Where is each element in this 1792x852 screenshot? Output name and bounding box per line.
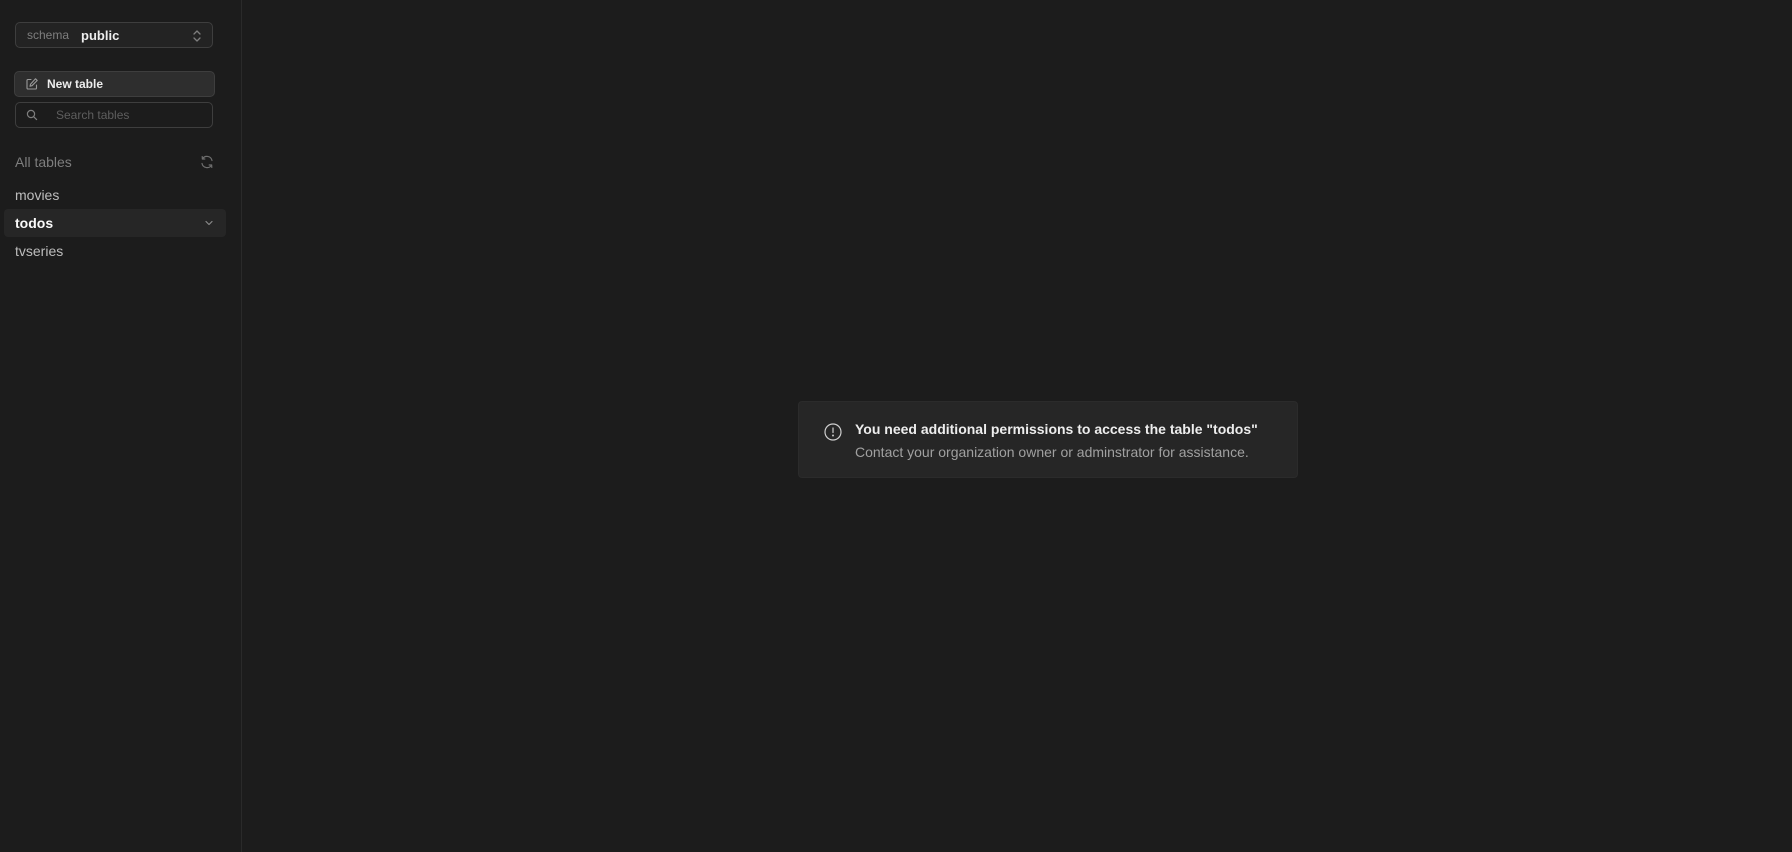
tables-header: All tables	[15, 151, 215, 173]
table-item-label: tvseries	[15, 243, 64, 259]
main-content: You need additional permissions to acces…	[242, 0, 1792, 852]
notice-title: You need additional permissions to acces…	[855, 421, 1258, 437]
search-icon	[26, 109, 38, 121]
edit-icon	[25, 77, 39, 91]
table-item-label: todos	[15, 215, 54, 231]
chevron-up-down-icon	[192, 28, 202, 44]
info-icon	[823, 422, 843, 442]
sidebar: schema public New table Search tables Al…	[0, 0, 242, 852]
table-item-todos[interactable]: todos	[4, 209, 226, 237]
tables-header-title: All tables	[15, 154, 72, 170]
table-list: movies todos tvseries	[4, 181, 226, 265]
permission-notice: You need additional permissions to acces…	[798, 401, 1298, 478]
new-table-button[interactable]: New table	[14, 71, 215, 97]
schema-selector[interactable]: schema public	[15, 22, 213, 48]
schema-label: schema	[27, 28, 70, 42]
table-item-movies[interactable]: movies	[4, 181, 226, 209]
schema-value: public	[81, 27, 120, 43]
new-table-label: New table	[47, 77, 104, 91]
notice-body: Contact your organization owner or admin…	[855, 444, 1249, 460]
app-window: schema public New table Search tables Al…	[0, 0, 1792, 852]
table-item-tvseries[interactable]: tvseries	[4, 237, 226, 265]
refresh-icon[interactable]	[199, 154, 215, 170]
chevron-down-icon[interactable]	[204, 218, 214, 228]
notice-text: You need additional permissions to acces…	[855, 419, 1258, 477]
search-tables-box	[15, 102, 213, 128]
search-tables-input[interactable]	[56, 108, 206, 122]
table-item-label: movies	[15, 187, 60, 203]
